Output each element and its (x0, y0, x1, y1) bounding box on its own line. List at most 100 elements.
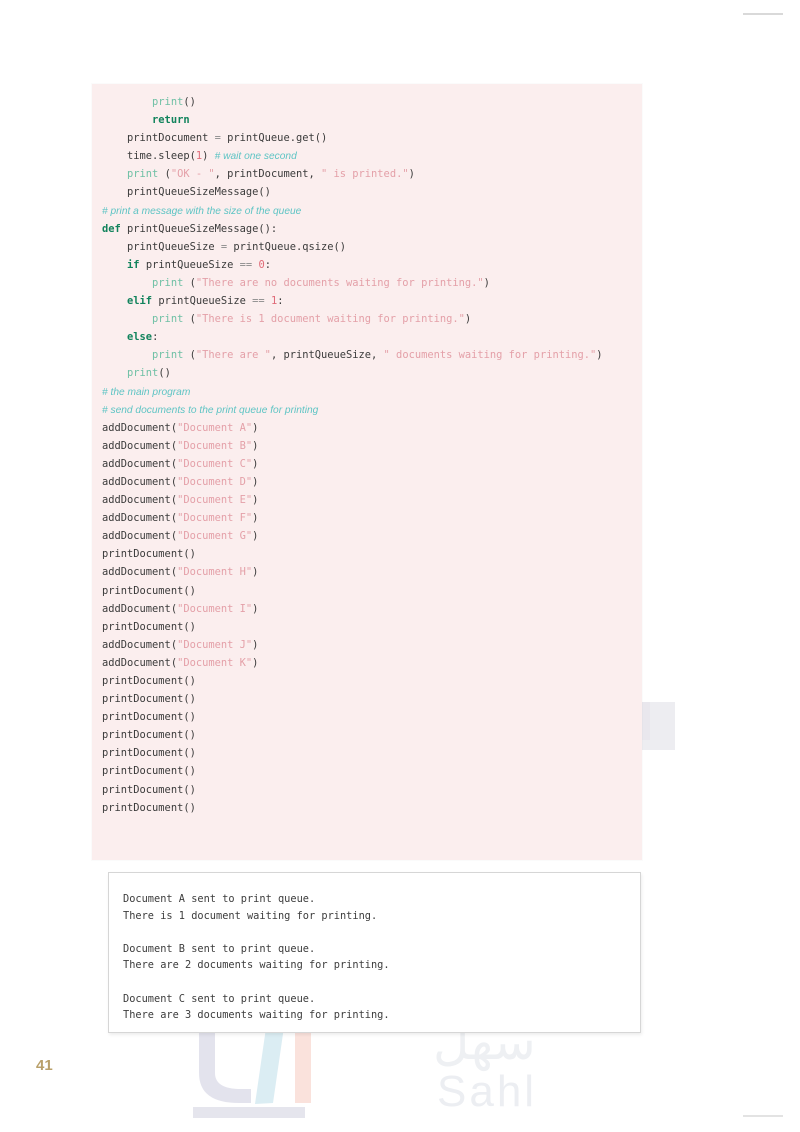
code-token-str: "There are no documents waiting for prin… (195, 276, 484, 289)
code-token-str: "Document G" (177, 530, 253, 543)
code-token-kw: if (127, 258, 146, 271)
output-line: There are 3 documents waiting for printi… (123, 1009, 390, 1022)
code-token-str: " documents waiting for printing." (383, 349, 597, 362)
code-token-fn: print (127, 168, 165, 181)
code-line: addDocument("Document I") (102, 600, 632, 618)
code-token-op: == (252, 295, 271, 308)
code-token-fn: print (152, 313, 190, 326)
code-token-plain: printDocument() (102, 729, 196, 742)
code-token-kw: return (152, 114, 190, 127)
code-line: addDocument("Document E") (102, 491, 632, 509)
code-token-plain: : (152, 331, 159, 344)
code-token-plain: printQueue.qsize() (233, 240, 346, 253)
code-token-plain: addDocument( (102, 421, 178, 434)
output-line: There are 2 documents waiting for printi… (123, 959, 390, 972)
code-token-str: "Document E" (177, 494, 253, 507)
code-token-plain: printQueueSizeMessage() (127, 186, 271, 199)
code-token-plain: : (264, 258, 271, 271)
code-token-plain: ) (408, 168, 415, 181)
code-token-op: = (220, 240, 234, 253)
code-token-plain: printDocument() (102, 693, 196, 706)
code-line: if printQueueSize == 0: (102, 256, 632, 274)
code-token-cmt: # send documents to the print queue for … (102, 404, 319, 416)
code-token-plain: ) (252, 494, 259, 507)
code-token-plain: addDocument( (102, 566, 178, 579)
code-line: printQueueSize = printQueue.qsize() (102, 238, 632, 256)
code-line: addDocument("Document F") (102, 509, 632, 527)
code-token-kw: elif (127, 295, 159, 308)
code-line: printDocument() (102, 781, 632, 799)
code-token-plain: printQueueSize (158, 295, 253, 308)
code-token-cmt: # the main program (102, 386, 191, 398)
code-token-plain: ) (252, 638, 259, 651)
code-token-plain: ) (252, 457, 259, 470)
code-token-plain: printDocument() (102, 765, 196, 778)
code-line: printDocument() (102, 799, 632, 817)
code-token-plain: ) (202, 150, 215, 163)
code-token-plain: ) (252, 512, 259, 525)
code-token-plain: , printQueueSize, (270, 349, 384, 362)
code-token-str: "Document I" (177, 602, 253, 615)
code-token-plain: printDocument() (102, 711, 196, 724)
code-token-plain: printQueueSize (145, 258, 240, 271)
code-token-plain: printQueueSizeMessage(): (127, 222, 278, 235)
code-token-plain: addDocument( (102, 457, 178, 470)
code-token-plain: ) (252, 421, 259, 434)
code-line: print() (102, 93, 632, 111)
code-token-str: "There are " (195, 349, 271, 362)
code-token-plain: , printDocument, (214, 168, 321, 181)
code-token-plain: printDocument() (102, 747, 196, 760)
code-line: # the main program (102, 383, 632, 401)
output-line: Document A sent to print queue. (123, 893, 316, 905)
code-line: addDocument("Document A") (102, 419, 632, 437)
code-token-str: "Document K" (177, 656, 253, 669)
code-line: print ("There is 1 document waiting for … (102, 310, 632, 328)
code-line: return (102, 111, 632, 129)
code-token-plain: addDocument( (102, 512, 178, 525)
code-line: printDocument() (102, 762, 632, 780)
code-token-op: = (214, 132, 228, 145)
code-token-plain: time.sleep( (127, 150, 196, 163)
code-token-kw: else (127, 331, 153, 344)
code-token-plain: () (183, 96, 196, 108)
code-token-plain: : (277, 295, 284, 308)
code-token-str: "Document B" (177, 439, 253, 452)
code-token-op: == (239, 258, 259, 271)
code-token-plain: ) (252, 439, 259, 452)
code-token-plain: ) (252, 475, 259, 488)
code-token-plain: printDocument() (102, 783, 196, 796)
code-line: printDocument() (102, 582, 632, 600)
code-line: addDocument("Document B") (102, 437, 632, 455)
code-token-plain: printQueueSize (127, 240, 221, 253)
code-token-plain: addDocument( (102, 638, 178, 651)
code-line: addDocument("Document H") (102, 563, 632, 581)
code-line: addDocument("Document C") (102, 455, 632, 473)
output-line: Document C sent to print queue. (123, 992, 316, 1005)
code-line: printDocument() (102, 690, 632, 708)
code-token-cmt: # print a message with the size of the q… (102, 205, 302, 217)
code-line: addDocument("Document G") (102, 527, 632, 545)
code-line: else: (102, 328, 632, 346)
top-right-rule (743, 13, 783, 15)
code-token-plain: ) (483, 276, 490, 289)
code-token-str: "Document A" (177, 421, 253, 434)
code-line: printDocument() (102, 545, 632, 563)
page-number: 41 (36, 1057, 53, 1074)
code-token-plain: printDocument() (102, 620, 196, 633)
code-token-plain: ) (252, 602, 259, 615)
code-token-plain: ) (252, 656, 259, 669)
code-token-str: " is printed." (321, 168, 409, 181)
code-token-plain: printDocument (127, 132, 215, 145)
document-page: سهل Sahl print() return printDocument = … (0, 0, 800, 1132)
output-lines: Document A sent to print queue. There is … (123, 891, 640, 1024)
